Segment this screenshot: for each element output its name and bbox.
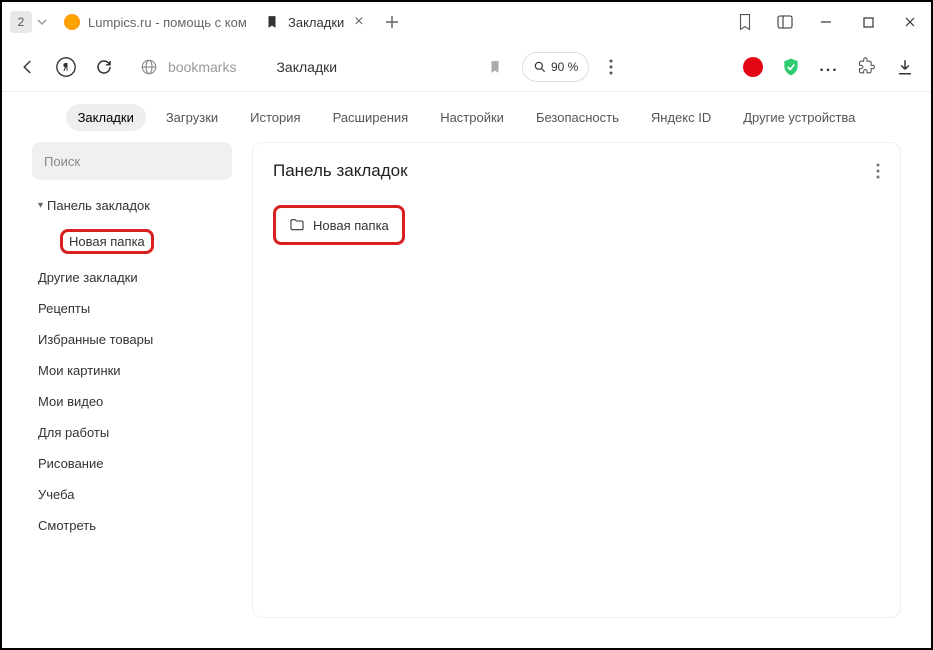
tree-watch[interactable]: Смотреть — [32, 510, 232, 541]
site-menu-button[interactable] — [595, 51, 627, 83]
tree-new-folder[interactable]: Новая папка — [32, 221, 232, 262]
window-maximize[interactable] — [847, 7, 889, 37]
bookmark-all-icon[interactable] — [725, 7, 765, 37]
titlebar: 2 Lumpics.ru - помощь с ком Закладки × — [2, 2, 931, 42]
window-close[interactable] — [889, 7, 931, 37]
tree-header-label: Панель закладок — [47, 198, 150, 213]
nav-tab-security[interactable]: Безопасность — [524, 104, 631, 131]
magnifier-icon — [533, 60, 547, 74]
tree-recipes[interactable]: Рецепты — [32, 293, 232, 324]
extensions-icon[interactable] — [851, 51, 883, 83]
bookmark-favicon — [264, 14, 280, 30]
address-host: bookmarks — [168, 59, 236, 75]
folder-label: Новая папка — [313, 218, 389, 233]
tree-study[interactable]: Учеба — [32, 479, 232, 510]
nav-tab-yandex-id[interactable]: Яндекс ID — [639, 104, 723, 131]
nav-tab-downloads[interactable]: Загрузки — [154, 104, 230, 131]
tree-drawing[interactable]: Рисование — [32, 448, 232, 479]
tree-other-bookmarks[interactable]: Другие закладки — [32, 262, 232, 293]
sidebar-toggle-icon[interactable] — [765, 7, 805, 37]
downloads-icon[interactable] — [889, 51, 921, 83]
nav-tab-history[interactable]: История — [238, 104, 312, 131]
tree-bookmarks-bar[interactable]: ▾ Панель закладок — [32, 190, 232, 221]
back-button[interactable] — [12, 51, 44, 83]
close-icon[interactable]: × — [354, 13, 363, 31]
lumpics-favicon — [64, 14, 80, 30]
zoom-value: 90 % — [551, 60, 578, 74]
new-folder-label: Новая папка — [69, 234, 145, 249]
tab-group-count[interactable]: 2 — [10, 11, 32, 33]
zoom-indicator[interactable]: 90 % — [522, 52, 589, 82]
bookmark-folder-item[interactable]: Новая папка — [279, 211, 399, 239]
content-area: Поиск ▾ Панель закладок Новая папка Друг… — [2, 142, 931, 638]
panel-title: Панель закладок — [273, 161, 408, 181]
tree-my-videos[interactable]: Мои видео — [32, 386, 232, 417]
nav-tab-settings[interactable]: Настройки — [428, 104, 516, 131]
yandex-home-button[interactable] — [50, 51, 82, 83]
nav-tab-extensions[interactable]: Расширения — [321, 104, 421, 131]
bookmarks-main-panel: Панель закладок Новая папка — [252, 142, 901, 618]
browser-tab-bookmarks[interactable]: Закладки × — [254, 7, 374, 37]
address-title: Закладки — [276, 59, 337, 75]
protect-icon[interactable] — [775, 51, 807, 83]
bookmark-icon[interactable] — [488, 59, 502, 75]
folder-icon — [289, 217, 305, 233]
overflow-menu[interactable]: ... — [813, 51, 845, 83]
globe-icon — [140, 58, 158, 76]
tree-for-work[interactable]: Для работы — [32, 417, 232, 448]
toolbar: bookmarks Закладки 90 % ... — [2, 42, 931, 92]
tab-title: Lumpics.ru - помощь с ком — [88, 15, 247, 30]
reload-button[interactable] — [88, 51, 120, 83]
browser-tab-lumpics[interactable]: Lumpics.ru - помощь с ком — [54, 7, 254, 37]
window-minimize[interactable] — [805, 7, 847, 37]
tab-title: Закладки — [288, 15, 344, 30]
annotation-highlight: Новая папка — [60, 229, 154, 254]
nav-tab-bookmarks[interactable]: Закладки — [66, 104, 146, 131]
nav-tab-other-devices[interactable]: Другие устройства — [731, 104, 867, 131]
adblock-icon[interactable] — [737, 51, 769, 83]
settings-nav: Закладки Загрузки История Расширения Нас… — [2, 92, 931, 142]
panel-menu-button[interactable] — [876, 163, 880, 179]
chevron-down-icon: ▾ — [38, 200, 43, 211]
search-input[interactable]: Поиск — [32, 142, 232, 180]
new-tab-button[interactable] — [380, 10, 404, 34]
address-bar[interactable]: bookmarks Закладки — [126, 49, 516, 85]
chevron-down-icon[interactable] — [36, 16, 48, 28]
bookmarks-sidebar: Поиск ▾ Панель закладок Новая папка Друг… — [32, 142, 232, 618]
annotation-highlight: Новая папка — [273, 205, 405, 245]
tree-favorites-goods[interactable]: Избранные товары — [32, 324, 232, 355]
tree-my-pictures[interactable]: Мои картинки — [32, 355, 232, 386]
